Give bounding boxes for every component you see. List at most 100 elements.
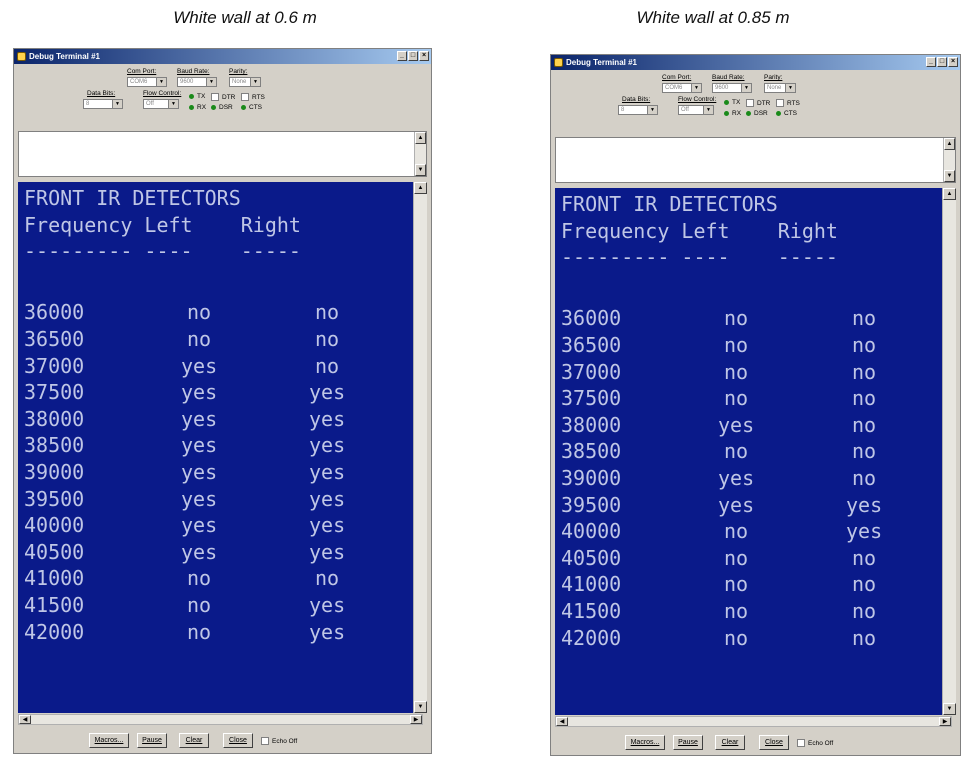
- rx-indicator: RX: [724, 110, 741, 117]
- cell-left: yes: [181, 513, 218, 538]
- minimize-button[interactable]: _: [926, 57, 936, 67]
- parity-label: Parity:: [764, 74, 783, 81]
- chevron-down-icon: ▼: [156, 78, 166, 86]
- scroll-up-icon[interactable]: ▲: [415, 132, 426, 144]
- clear-button[interactable]: Clear: [715, 735, 745, 750]
- terminal-scrollbar[interactable]: ▲ ▼: [413, 182, 427, 713]
- terminal-header1: FRONT IR DETECTORS: [24, 186, 241, 210]
- cell-right: yes: [309, 539, 346, 564]
- terminal-hscrollbar[interactable]: ◀ ▶: [18, 714, 423, 725]
- rts-checkbox[interactable]: RTS: [241, 93, 265, 101]
- led-icon: [724, 100, 729, 105]
- data-bits-label: Data Bits:: [87, 90, 116, 97]
- flow-control-select[interactable]: Off ▼: [678, 105, 714, 115]
- cell-right: no: [852, 306, 877, 331]
- terminal-scrollbar[interactable]: ▲ ▼: [942, 188, 956, 715]
- transmit-input[interactable]: ▲ ▼: [555, 137, 956, 183]
- scroll-up-icon[interactable]: ▲: [944, 138, 955, 150]
- dsr-indicator: DSR: [211, 104, 233, 111]
- flow-control-select[interactable]: Off ▼: [143, 99, 179, 109]
- baud-rate-value: 9600: [180, 79, 194, 85]
- close-button[interactable]: ×: [948, 57, 958, 67]
- flow-control-value: Off: [146, 101, 154, 107]
- checkbox-icon: [241, 93, 249, 101]
- terminal-hscrollbar[interactable]: ◀ ▶: [555, 716, 952, 727]
- maximize-button[interactable]: □: [408, 51, 418, 61]
- scroll-up-icon[interactable]: ▲: [943, 188, 956, 200]
- scroll-left-icon[interactable]: ◀: [556, 717, 568, 726]
- cell-right: no: [852, 572, 877, 597]
- data-bits-select[interactable]: 8 ▼: [83, 99, 123, 109]
- com-port-select[interactable]: COM6 ▼: [127, 77, 167, 87]
- cell-left: yes: [181, 486, 218, 511]
- baud-rate-select[interactable]: 9600 ▼: [712, 83, 752, 93]
- parity-select[interactable]: None ▼: [229, 77, 261, 87]
- dtr-checkbox[interactable]: DTR: [211, 93, 235, 101]
- led-icon: [776, 111, 781, 116]
- scroll-right-icon[interactable]: ▶: [410, 715, 422, 724]
- cell-right: no: [852, 359, 877, 384]
- rts-label: RTS: [252, 93, 265, 101]
- chevron-down-icon: ▼: [741, 84, 751, 92]
- pause-button[interactable]: Pause: [137, 733, 167, 748]
- cell-right: no: [852, 412, 877, 437]
- cell-freq: 40000: [561, 519, 622, 544]
- scroll-right-icon[interactable]: ▶: [939, 717, 951, 726]
- scroll-down-icon[interactable]: ▼: [943, 703, 956, 715]
- scroll-down-icon[interactable]: ▼: [414, 701, 427, 713]
- window-titlebar[interactable]: Debug Terminal #1 _ □ ×: [14, 49, 431, 64]
- dsr-label: DSR: [754, 110, 768, 117]
- minimize-button[interactable]: _: [397, 51, 407, 61]
- close-button[interactable]: Close: [223, 733, 253, 748]
- macros-button[interactable]: Macros...: [625, 735, 665, 750]
- echo-off-checkbox[interactable]: Echo Off: [797, 739, 833, 747]
- chevron-down-icon: ▼: [206, 78, 216, 86]
- com-port-select[interactable]: COM6 ▼: [662, 83, 702, 93]
- scroll-left-icon[interactable]: ◀: [19, 715, 31, 724]
- cell-right: yes: [309, 433, 346, 458]
- scroll-up-icon[interactable]: ▲: [414, 182, 427, 194]
- led-icon: [241, 105, 246, 110]
- input-scrollbar[interactable]: ▲ ▼: [943, 138, 955, 182]
- rx-label: RX: [197, 104, 207, 111]
- cell-left: yes: [718, 465, 755, 490]
- cell-right: no: [852, 386, 877, 411]
- cell-right: no: [852, 332, 877, 357]
- tx-label: TX: [197, 93, 206, 100]
- input-scrollbar[interactable]: ▲ ▼: [414, 132, 426, 176]
- close-button[interactable]: Close: [759, 735, 789, 750]
- macros-button[interactable]: Macros...: [89, 733, 129, 748]
- cell-left: yes: [181, 433, 218, 458]
- scroll-down-icon[interactable]: ▼: [944, 170, 955, 182]
- cell-right: no: [315, 326, 340, 351]
- close-button[interactable]: ×: [419, 51, 429, 61]
- cell-right: yes: [309, 486, 346, 511]
- cell-left: yes: [181, 539, 218, 564]
- cell-right: yes: [846, 519, 883, 544]
- pause-button[interactable]: Pause: [673, 735, 703, 750]
- tx-indicator: TX: [189, 93, 205, 100]
- scroll-down-icon[interactable]: ▼: [415, 164, 426, 176]
- app-icon: [17, 52, 26, 61]
- serial-settings: Com Port: Baud Rate: Parity: Data Bits: Flow…: [551, 70, 960, 136]
- clear-button[interactable]: Clear: [179, 733, 209, 748]
- cell-freq: 37000: [561, 359, 622, 384]
- cell-freq: 40500: [24, 539, 85, 564]
- rts-checkbox[interactable]: RTS: [776, 99, 800, 107]
- checkbox-icon: [261, 737, 269, 745]
- panel-caption: White wall at 0.85 m: [636, 8, 790, 27]
- echo-off-checkbox[interactable]: Echo Off: [261, 737, 297, 745]
- cell-freq: 39500: [561, 492, 622, 517]
- window-titlebar[interactable]: Debug Terminal #1 _ □ ×: [551, 55, 960, 70]
- baud-rate-select[interactable]: 9600 ▼: [177, 77, 217, 87]
- parity-select[interactable]: None ▼: [764, 83, 796, 93]
- chevron-down-icon: ▼: [250, 78, 260, 86]
- dtr-checkbox[interactable]: DTR: [746, 99, 770, 107]
- cell-freq: 39000: [24, 459, 85, 484]
- debug-terminal-window: Debug Terminal #1 _ □ × Com Port: Baud Rate: P…: [13, 48, 432, 754]
- maximize-button[interactable]: □: [937, 57, 947, 67]
- transmit-input[interactable]: ▲ ▼: [18, 131, 427, 177]
- data-bits-select[interactable]: 8 ▼: [618, 105, 658, 115]
- receive-terminal: FRONT IR DETECTORS Frequency Left Right --…: [555, 188, 942, 715]
- cell-freq: 38000: [561, 412, 622, 437]
